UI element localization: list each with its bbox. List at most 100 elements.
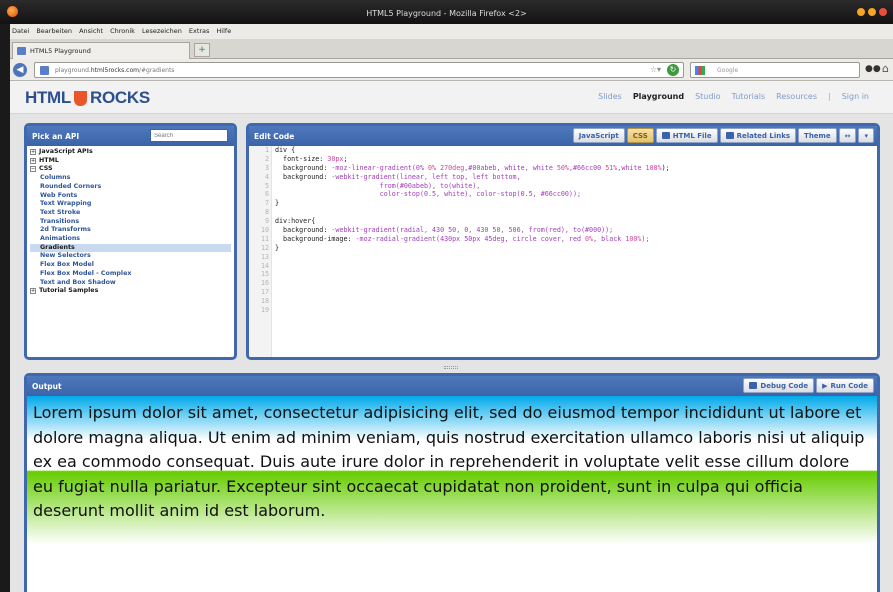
line-number: 16 — [260, 279, 269, 288]
google-icon[interactable] — [695, 66, 705, 75]
menu-item-extras[interactable]: Extras — [189, 27, 210, 39]
code-line: 4 background: -webkit-gradient(linear, l… — [249, 173, 877, 182]
line-number: 13 — [260, 252, 269, 261]
expand-icon[interactable]: + — [30, 149, 36, 155]
reload-icon[interactable]: ↻ — [667, 64, 679, 76]
html5rocks-logo[interactable]: HTML ROCKS — [25, 88, 150, 108]
tree-item[interactable]: Columns — [30, 174, 231, 183]
code-token: 51% — [605, 163, 618, 172]
tree-item[interactable]: Rounded Corners — [30, 183, 231, 192]
new-tab-button[interactable]: + — [194, 43, 210, 57]
api-search-input[interactable] — [150, 129, 228, 142]
code-token: -moz-radial-gradient(430px 50px 45deg, c… — [355, 234, 586, 243]
javascript-button[interactable]: JavaScript — [572, 128, 625, 143]
tree-item[interactable]: Transitions — [30, 218, 231, 227]
code-editor-panel: Edit Code JavaScript CSS HTML File Relat… — [246, 123, 880, 360]
tree-item[interactable]: Text Stroke — [30, 209, 231, 218]
nav-sign-in[interactable]: Sign in — [842, 92, 869, 101]
related-links-button[interactable]: Related Links — [719, 128, 797, 143]
nav-tutorials[interactable]: Tutorials — [732, 92, 766, 101]
nav-slides[interactable]: Slides — [598, 92, 622, 101]
code-text: background: -webkit-gradient(radial, 430… — [275, 226, 613, 235]
line-number: 7 — [264, 199, 269, 208]
code-line: 19 — [249, 306, 877, 315]
menu-item-ansicht[interactable]: Ansicht — [79, 27, 103, 39]
maximize-icon[interactable] — [868, 8, 876, 16]
nav-resources[interactable]: Resources — [776, 92, 817, 101]
code-token: background: — [275, 172, 332, 181]
code-line: 11 background-image: -moz-radial-gradien… — [249, 235, 877, 244]
code-token: , black — [593, 234, 626, 243]
site-identity-icon[interactable] — [40, 66, 49, 75]
tree-item[interactable]: Flex Box Model - Complex — [30, 270, 231, 279]
menu-item-datei[interactable]: Datei — [12, 27, 29, 39]
code-token: background: — [275, 226, 332, 235]
star-icon[interactable]: ☆▾ — [650, 65, 661, 74]
nav-playground[interactable]: Playground — [633, 92, 684, 101]
tree-category[interactable]: + Tutorial Samples — [30, 287, 231, 296]
theme-button[interactable]: Theme — [798, 128, 837, 143]
api-tree: + JavaScript APIs + HTML − CSS Columns Rounded … — [27, 146, 234, 298]
line-number: 2 — [264, 154, 269, 163]
output-frame[interactable]: Lorem ipsum dolor sit amet, consectetur … — [27, 396, 877, 592]
code-line: 2 font-size: 30px; — [249, 155, 877, 164]
output-panel: Output Debug Code ▶ Run Code Lorem ipsum… — [24, 373, 880, 592]
expand-button[interactable]: ↔ — [838, 128, 857, 143]
tree-category[interactable]: − CSS — [30, 165, 231, 174]
window-title: HTML5 Playground - Mozilla Firefox <2> — [366, 9, 527, 18]
tree-item[interactable]: Text Wrapping — [30, 200, 231, 209]
collapse-icon[interactable]: − — [30, 166, 36, 173]
home-icon[interactable]: ⌂ — [882, 62, 889, 75]
code-line: 1 div { — [249, 146, 877, 155]
url-domain-plain: playground. — [55, 67, 91, 74]
line-number: 10 — [260, 226, 269, 235]
line-number: 5 — [264, 181, 269, 190]
close-icon[interactable] — [879, 8, 887, 16]
code-line: 14 — [249, 262, 877, 271]
tree-item[interactable]: Text and Box Shadow — [30, 279, 231, 288]
binoculars-icon[interactable]: ●● — [865, 64, 881, 74]
tab-html5-playground[interactable]: HTML5 Playground — [12, 42, 190, 59]
resize-handle[interactable] — [444, 366, 458, 369]
expand-icon[interactable]: + — [30, 157, 36, 164]
menu-item-hilfe[interactable]: Hilfe — [216, 27, 231, 39]
tree-label: Columns — [40, 174, 71, 182]
code-line: 10 background: -webkit-gradient(radial, … — [249, 226, 877, 235]
tree-label: New Selectors — [40, 252, 91, 260]
url-bar[interactable]: playground.html5rocks.com/#gradients ☆▾ … — [34, 62, 684, 78]
tree-item[interactable]: 2d Transforms — [30, 226, 231, 235]
tree-label: CSS — [39, 165, 53, 173]
code-line: 7} — [249, 199, 877, 208]
run-code-button[interactable]: ▶ Run Code — [816, 378, 874, 393]
debug-code-button[interactable]: Debug Code — [743, 378, 815, 393]
window-controls — [857, 8, 887, 16]
menu-item-lesezeichen[interactable]: Lesezeichen — [142, 27, 182, 39]
options-dropdown-button[interactable]: ▾ — [858, 128, 874, 143]
url-domain: html5rocks.com — [90, 67, 139, 74]
tree-label: JavaScript APIs — [39, 148, 93, 155]
tree-category[interactable]: + HTML — [30, 157, 231, 166]
tree-label: Gradients — [40, 243, 75, 251]
expand-icon[interactable]: + — [30, 288, 36, 295]
nav-studio[interactable]: Studio — [695, 92, 720, 101]
css-button[interactable]: CSS — [626, 128, 654, 143]
tree-item[interactable]: New Selectors — [30, 252, 231, 261]
code-token: div:hover{ — [275, 217, 316, 226]
line-number: 15 — [260, 270, 269, 279]
tree-item[interactable]: Gradients — [30, 243, 231, 253]
tree-item[interactable]: Animations — [30, 235, 231, 244]
menu-item-bearbeiten[interactable]: Bearbeiten — [36, 27, 72, 39]
search-bar[interactable]: Google — [690, 62, 860, 78]
code-line: 17 — [249, 288, 877, 297]
tree-item[interactable]: Web Fonts — [30, 192, 231, 201]
output-toolbar: Debug Code ▶ Run Code — [743, 378, 874, 393]
html-file-button[interactable]: HTML File — [655, 128, 718, 143]
minimize-icon[interactable] — [857, 8, 865, 16]
back-arrow-icon[interactable]: ◀ — [13, 63, 27, 77]
tree-item[interactable]: Flex Box Model — [30, 261, 231, 270]
menu-item-chronik[interactable]: Chronik — [110, 27, 135, 39]
code-text: background-image: -moz-radial-gradient(4… — [275, 235, 649, 244]
code-editor[interactable]: 1 div {2 font-size: 30px; 3 background: -m… — [249, 146, 877, 357]
tree-category[interactable]: + JavaScript APIs — [30, 148, 231, 157]
api-panel-title: Pick an API — [32, 132, 80, 141]
